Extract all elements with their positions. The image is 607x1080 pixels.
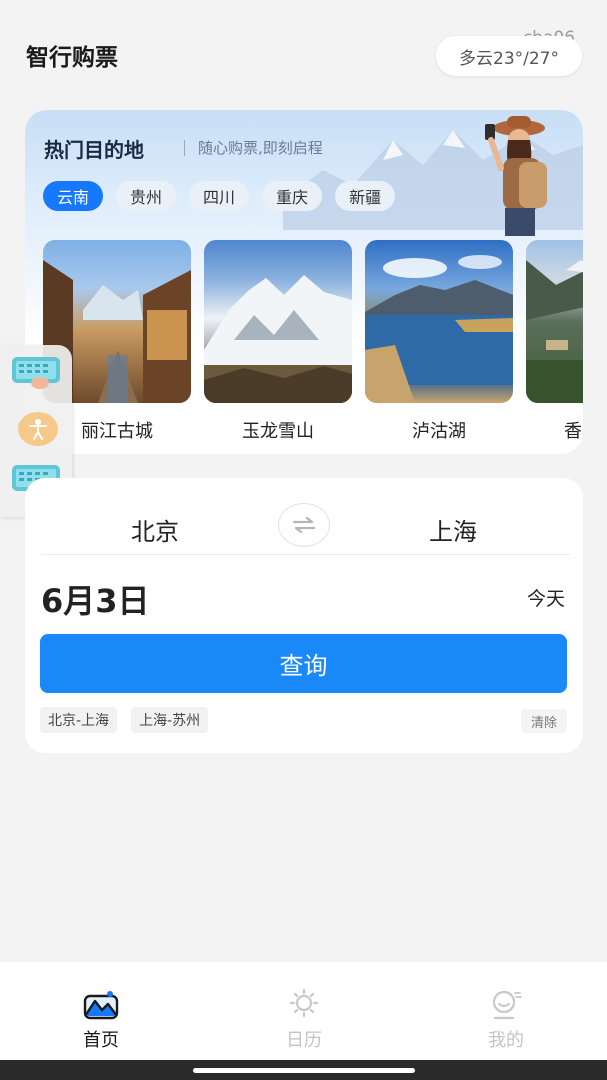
system-home-area: [0, 1060, 607, 1080]
ticket-search-card: 北京 上海 6月3日 今天 查询 北京-上海 上海-苏州 清除: [25, 478, 583, 753]
accessibility-icon[interactable]: [18, 412, 58, 446]
person-figure-icon: [29, 419, 47, 440]
nav-item-profile[interactable]: 我的: [466, 988, 546, 1052]
destination-item-lugu[interactable]: 泸沽湖: [365, 240, 513, 440]
snow-mountain-photo: [204, 240, 352, 403]
lake-art: [365, 255, 513, 403]
destination-label: 泸沽湖: [412, 421, 466, 440]
bottom-navigation: 首页 日历 我的: [0, 962, 607, 1060]
keyboard-tap-icon[interactable]: [10, 353, 62, 389]
destination-label: 香格里拉: [564, 421, 583, 440]
search-history: 北京-上海 上海-苏州: [40, 707, 209, 733]
destination-item-yulong[interactable]: 玉龙雪山: [204, 240, 352, 440]
divider: [41, 554, 571, 555]
travel-date[interactable]: 6月3日: [41, 576, 150, 622]
destinations-heading: 热门目的地: [44, 138, 144, 162]
nav-label: 日历: [286, 1030, 322, 1051]
nav-item-home[interactable]: 首页: [61, 988, 141, 1052]
profile-icon: [492, 990, 522, 1020]
nav-label: 首页: [83, 1030, 119, 1051]
history-item[interactable]: 北京-上海: [40, 707, 118, 733]
clear-history-button[interactable]: 清除: [520, 709, 567, 733]
swap-arrows-icon: [292, 516, 316, 534]
destination-label: 玉龙雪山: [242, 421, 314, 440]
region-tab-xinjiang[interactable]: 新疆: [335, 181, 396, 211]
traveler-illustration: [485, 116, 547, 236]
destination-carousel[interactable]: 丽江古城 玉龙雪山 泸沽湖 香: [43, 240, 583, 440]
history-item[interactable]: 上海-苏州: [131, 707, 209, 733]
departure-city[interactable]: 北京: [131, 512, 179, 547]
arrival-city[interactable]: 上海: [429, 512, 477, 547]
snow-mountain-art: [204, 275, 352, 403]
meadow-art: [526, 260, 583, 403]
weather-badge[interactable]: 多云23°/27°: [436, 36, 582, 76]
nav-item-calendar[interactable]: 日历: [264, 988, 344, 1052]
destinations-subheading: 随心购票,即刻启程: [198, 139, 323, 157]
home-mountain-icon: [83, 991, 119, 1020]
home-indicator[interactable]: [193, 1068, 415, 1073]
swap-cities-button[interactable]: [278, 503, 330, 547]
sun-calendar-icon: [289, 988, 319, 1018]
region-tab-guizhou[interactable]: 贵州: [116, 181, 177, 211]
weather-text: 多云23°/27°: [459, 48, 559, 69]
hot-destinations-card: 热门目的地 随心购票,即刻启程 云南 贵州 四川 重庆 新疆 丽江古城 玉龙雪山…: [25, 110, 583, 454]
destination-item-shangrila[interactable]: 香格里拉: [526, 240, 583, 440]
region-tabs: 云南 贵州 四川 重庆 新疆: [43, 181, 396, 211]
region-tab-chongqing[interactable]: 重庆: [262, 181, 323, 211]
meadow-photo: [526, 240, 583, 403]
date-hint: 今天: [526, 588, 565, 610]
region-tab-yunnan[interactable]: 云南: [43, 181, 104, 211]
query-button[interactable]: 查询: [40, 634, 567, 693]
region-tab-sichuan[interactable]: 四川: [189, 181, 250, 211]
lake-photo: [365, 240, 513, 403]
heading-divider: [184, 140, 185, 156]
app-title: 智行购票: [26, 45, 118, 71]
nav-label: 我的: [488, 1030, 524, 1051]
